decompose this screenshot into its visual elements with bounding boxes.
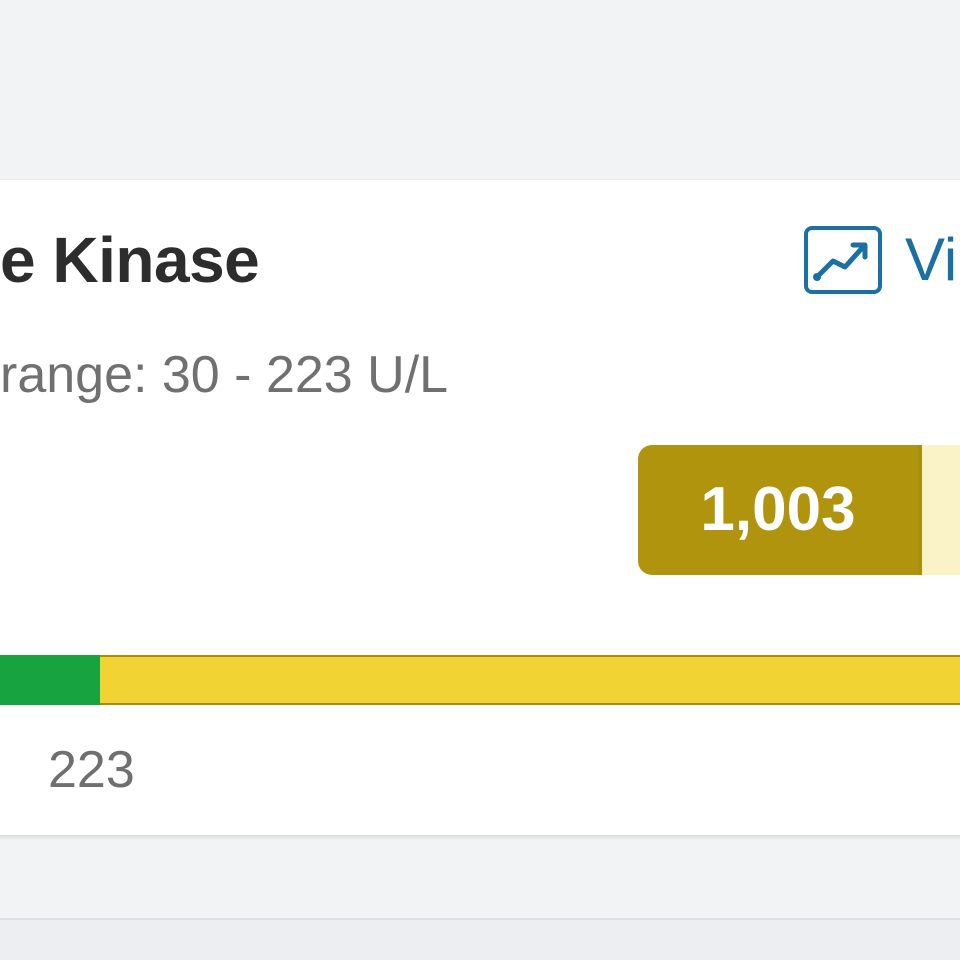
range-bar-high-segment bbox=[100, 655, 960, 705]
reference-range-text: range: 30 - 223 U/L bbox=[0, 346, 449, 404]
result-flag bbox=[918, 445, 960, 575]
view-trend-link[interactable]: Vi bbox=[803, 225, 957, 295]
trend-chart-icon bbox=[803, 225, 883, 295]
page: e Kinase range: 30 - 223 U/L Vi 1,003 22… bbox=[0, 0, 960, 960]
view-trend-label: Vi bbox=[905, 226, 958, 293]
range-upper-tick-label: 223 bbox=[48, 741, 135, 799]
result-badge: 1,003 bbox=[638, 445, 960, 575]
range-bar-normal-segment bbox=[0, 655, 100, 705]
range-bar bbox=[0, 655, 960, 705]
result-value: 1,003 bbox=[638, 445, 918, 575]
next-card-edge bbox=[0, 918, 960, 960]
test-name-title: e Kinase bbox=[0, 224, 260, 296]
